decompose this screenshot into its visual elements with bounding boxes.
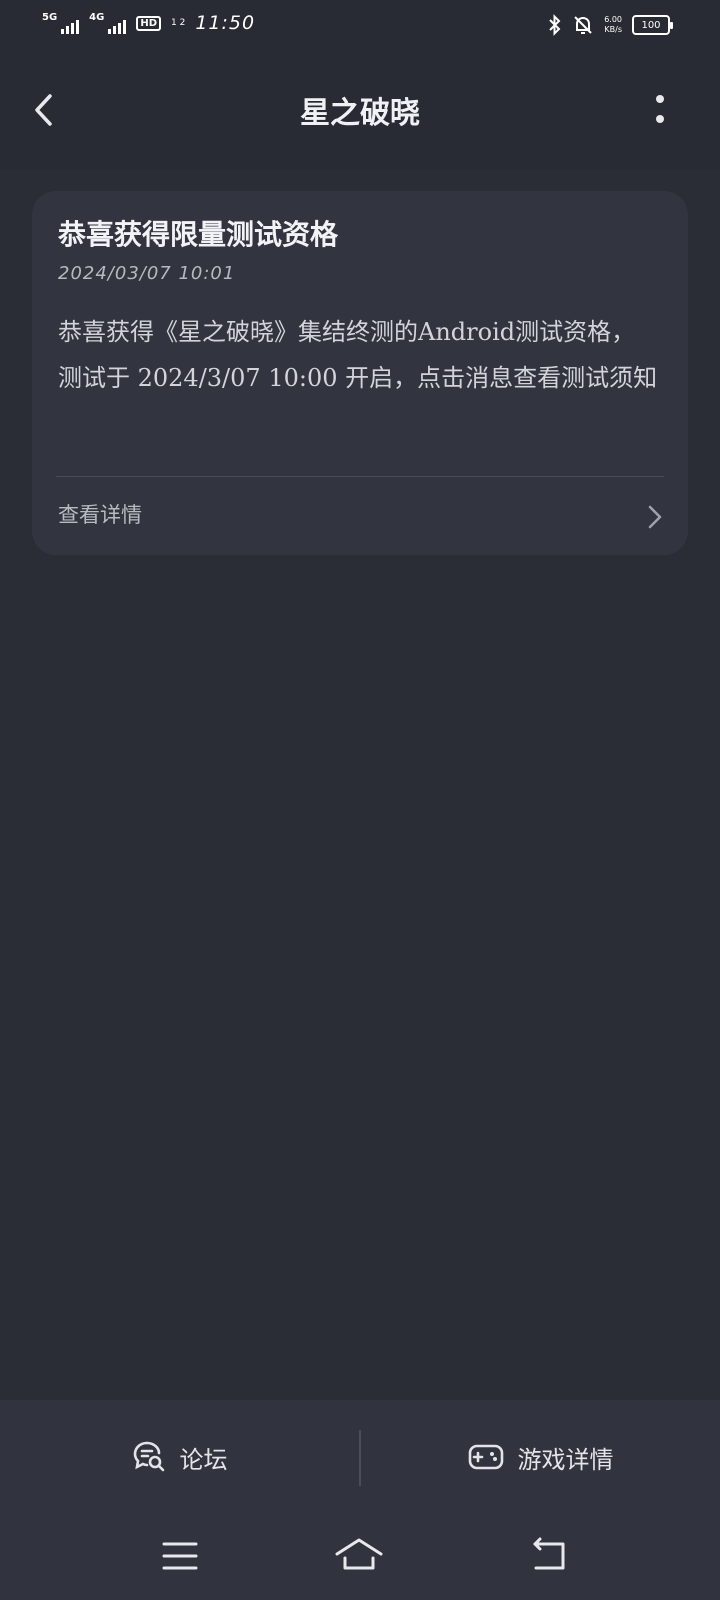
network-speed-unit: KB/s bbox=[604, 25, 622, 34]
battery-icon: 100 bbox=[632, 15, 673, 35]
home-icon bbox=[335, 1538, 383, 1570]
message-body: 恭喜获得《星之破晓》集结终测的Android测试资格，测试于 2024/3/07… bbox=[58, 318, 658, 392]
nav-back-button[interactable] bbox=[527, 1534, 577, 1578]
system-nav-bar bbox=[0, 1514, 720, 1600]
mute-bell-icon bbox=[574, 16, 592, 34]
hd-voice-icon: HD bbox=[136, 15, 162, 31]
gamepad-icon bbox=[468, 1444, 503, 1470]
message-title: 恭喜获得限量测试资格 bbox=[58, 218, 339, 251]
tab-forum[interactable]: 论坛 bbox=[0, 1400, 359, 1514]
network-type-5g: 5G bbox=[42, 12, 58, 23]
more-options-button[interactable] bbox=[652, 94, 668, 128]
chevron-right-icon bbox=[648, 505, 662, 529]
tab-game-details-label: 游戏详情 bbox=[517, 1445, 614, 1474]
return-icon bbox=[533, 1537, 565, 1570]
menu-icon bbox=[162, 1542, 198, 1570]
forum-chat-icon bbox=[133, 1441, 164, 1472]
message-timestamp: 2024/03/07 10:01 bbox=[58, 263, 236, 284]
status-left: 5G 4G HD 1 2 11:50 bbox=[42, 12, 255, 34]
nav-menu-button[interactable] bbox=[155, 1534, 205, 1578]
battery-level: 100 bbox=[641, 19, 661, 31]
network-speed: 6.00 KB/s bbox=[604, 15, 622, 35]
bottom-tab-bar: 论坛 游戏详情 bbox=[0, 1400, 720, 1514]
status-bar: 5G 4G HD 1 2 11:50 6.00 KB/s 100 bbox=[0, 0, 720, 52]
tab-game-details[interactable]: 游戏详情 bbox=[361, 1400, 720, 1514]
clock-time: 11:50 bbox=[195, 12, 256, 34]
signal-4g-icon: 4G bbox=[89, 12, 127, 34]
network-speed-value: 6.00 bbox=[604, 15, 622, 24]
status-right: 6.00 KB/s 100 bbox=[548, 14, 673, 36]
message-card[interactable]: 恭喜获得限量测试资格 2024/03/07 10:01 恭喜获得《星之破晓》集结… bbox=[32, 191, 688, 555]
view-details-label: 查看详情 bbox=[58, 503, 142, 527]
signal-5g-icon: 5G bbox=[42, 12, 80, 34]
app-header: 星之破晓 bbox=[0, 52, 720, 170]
bluetooth-icon bbox=[549, 14, 561, 36]
network-type-4g: 4G bbox=[89, 12, 105, 23]
tab-forum-label: 论坛 bbox=[179, 1445, 228, 1474]
more-vertical-icon bbox=[656, 95, 664, 123]
view-details-link[interactable]: 查看详情 bbox=[32, 477, 688, 555]
page-title: 星之破晓 bbox=[300, 96, 420, 131]
hd-sim-index: 1 2 bbox=[171, 17, 186, 28]
nav-home-button[interactable] bbox=[334, 1534, 384, 1578]
